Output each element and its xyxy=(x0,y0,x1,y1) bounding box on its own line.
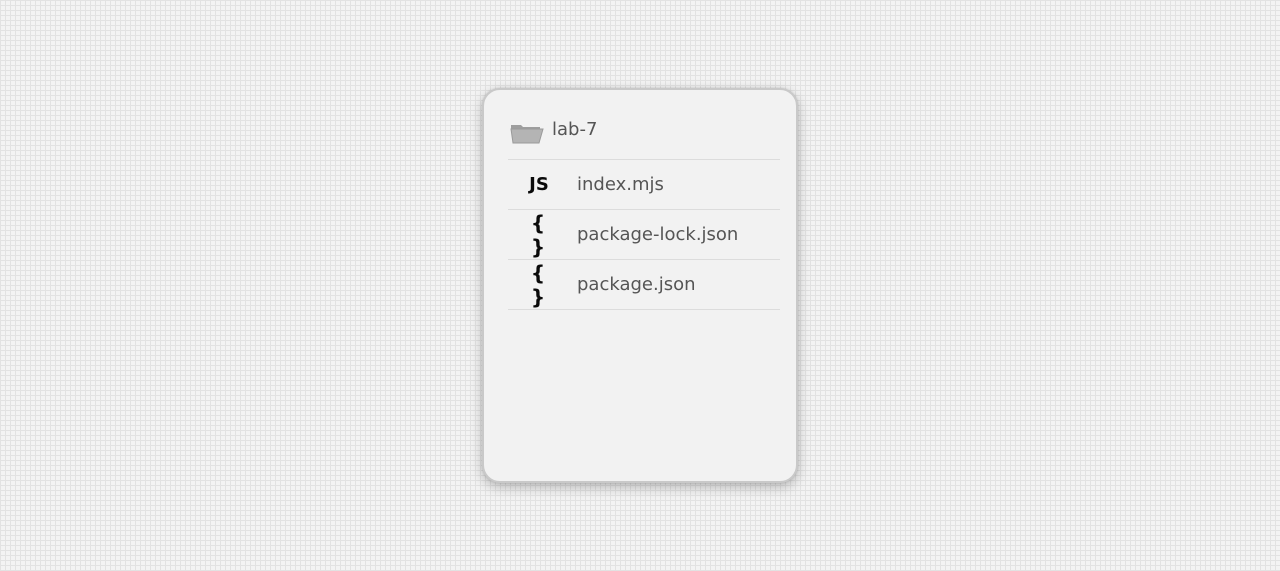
file-explorer-panel: lab-7 JS index.mjs { } package-lock.json… xyxy=(482,88,798,483)
javascript-file-icon: JS xyxy=(529,174,549,195)
file-name: package.json xyxy=(577,274,696,295)
json-file-icon: { } xyxy=(530,210,548,259)
file-name: package-lock.json xyxy=(577,224,739,245)
file-row-index-mjs[interactable]: JS index.mjs xyxy=(508,160,780,210)
folder-icon xyxy=(510,120,548,146)
folder-row[interactable]: lab-7 xyxy=(508,106,780,160)
json-file-icon: { } xyxy=(530,260,548,309)
file-name: index.mjs xyxy=(577,174,664,195)
file-list: JS index.mjs { } package-lock.json { } p… xyxy=(508,160,780,310)
file-row-package-lock-json[interactable]: { } package-lock.json xyxy=(508,210,780,260)
folder-name: lab-7 xyxy=(552,119,598,140)
file-row-package-json[interactable]: { } package.json xyxy=(508,260,780,310)
